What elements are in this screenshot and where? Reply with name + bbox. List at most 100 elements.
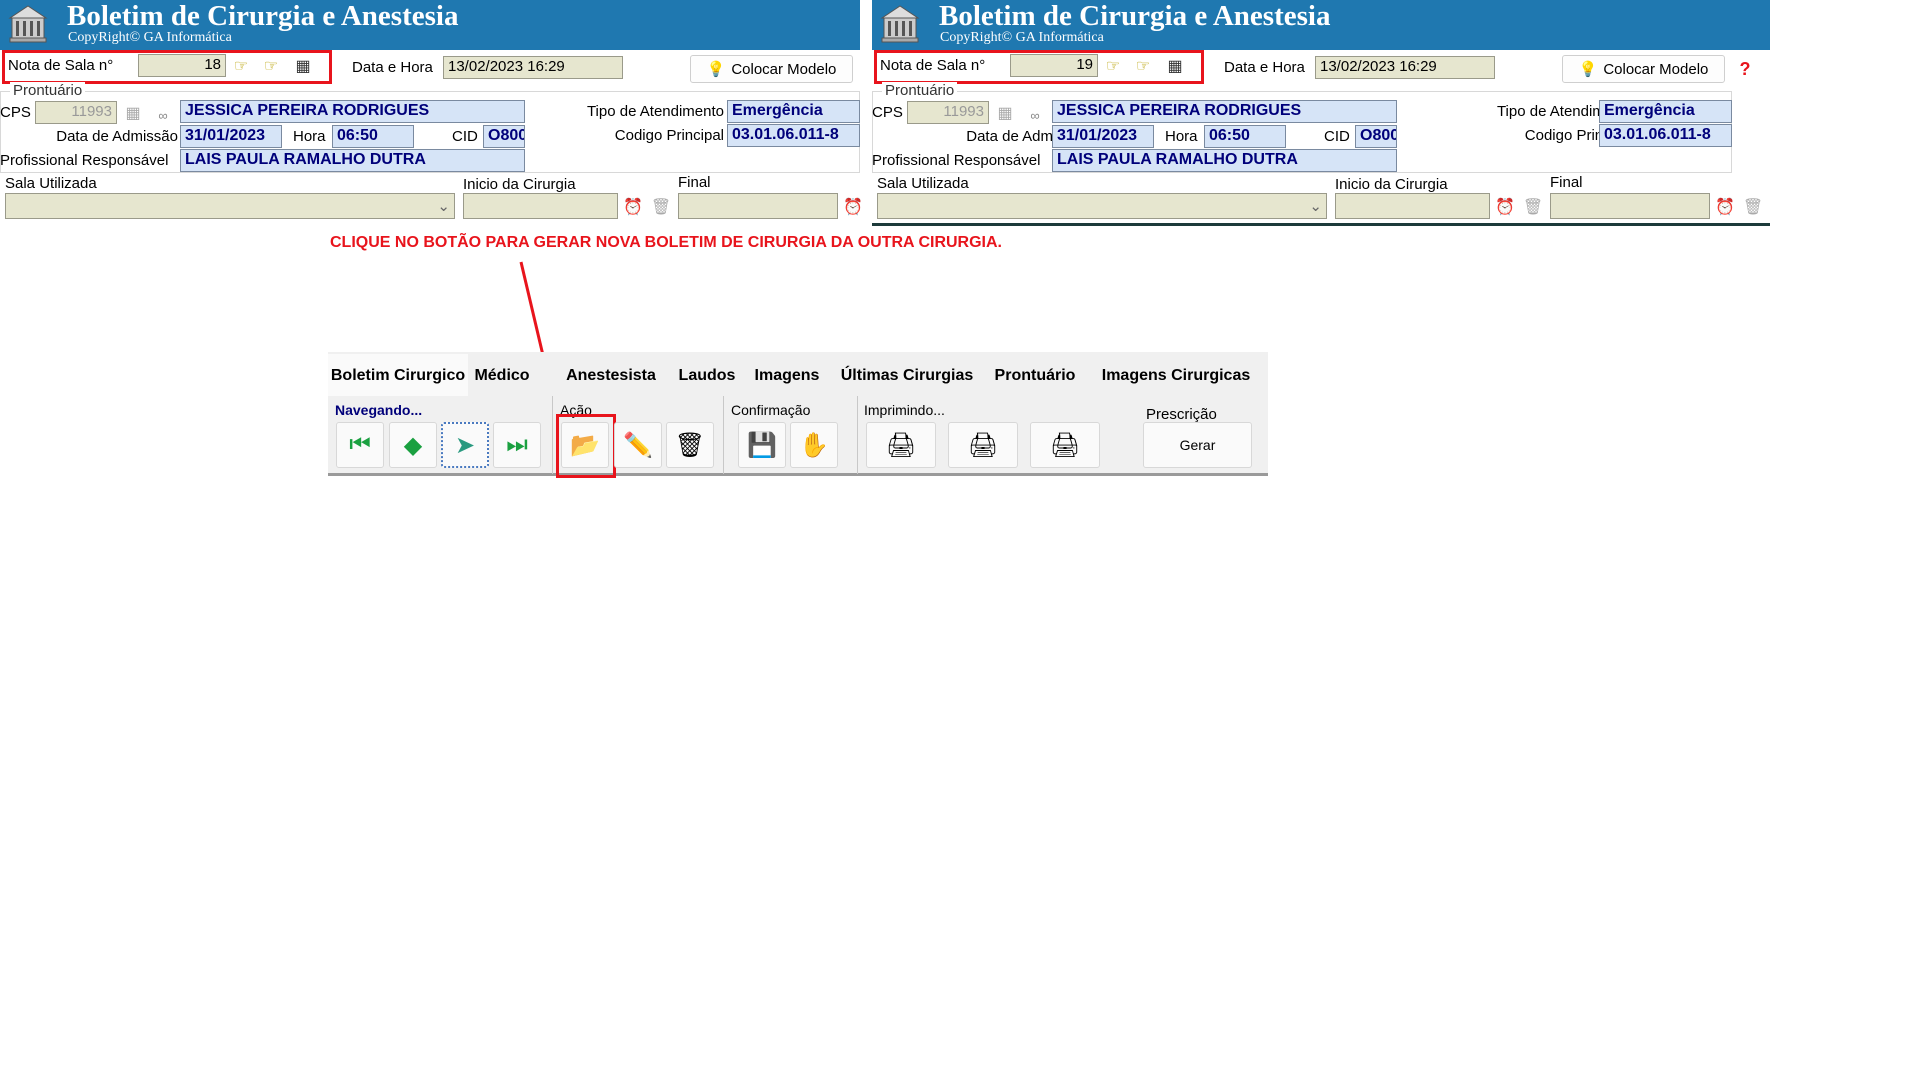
printer-icon: 🖨: [1049, 431, 1081, 459]
chevron-down-icon: ⌄: [1309, 198, 1322, 215]
sala-select[interactable]: ⌄: [5, 193, 455, 219]
floppy-disk-icon: 💾: [747, 431, 777, 459]
nota-label: Nota de Sala n°: [880, 57, 986, 74]
cps-label: CPS: [0, 104, 31, 121]
save-button[interactable]: 💾: [738, 422, 786, 468]
nota-input[interactable]: 19: [1010, 54, 1098, 77]
right-arrow-icon: ➤: [454, 431, 476, 459]
trash-icon[interactable]: 🗑: [1522, 196, 1544, 218]
colocar-modelo-button[interactable]: 💡 Colocar Modelo: [1562, 55, 1725, 83]
previous-record-button[interactable]: ◆: [389, 422, 437, 468]
cid-field[interactable]: O800: [483, 125, 525, 148]
patient-name-field[interactable]: JESSICA PEREIRA RODRIGUES: [1052, 100, 1397, 123]
building-logo-icon: [8, 5, 48, 43]
next-record-button[interactable]: ➤: [441, 422, 489, 468]
binoculars-icon[interactable]: ∞: [152, 104, 174, 126]
building-logo-icon: [880, 5, 920, 43]
calendar-icon[interactable]: ▦: [1164, 55, 1186, 77]
first-record-button[interactable]: ⏮: [336, 422, 384, 468]
cps-input[interactable]: 11993: [35, 101, 117, 124]
lightbulb-icon: 💡: [706, 61, 726, 78]
prontuario-label: Prontuário: [10, 82, 86, 99]
tab-ultimas-cirurgias[interactable]: Últimas Cirurgias: [832, 356, 982, 396]
alarm-clock-icon[interactable]: ⏰: [1714, 196, 1736, 218]
cancel-button[interactable]: ✋: [790, 422, 838, 468]
pencil-icon: ✏️: [623, 431, 653, 459]
cid-label: CID: [452, 128, 478, 145]
trash-icon[interactable]: 🗑: [650, 196, 672, 218]
confirmacao-label: Confirmação: [731, 402, 811, 418]
hora-label: Hora: [293, 128, 326, 145]
inicio-input[interactable]: [463, 193, 618, 219]
tab-imagens-cirurgicas[interactable]: Imagens Cirurgicas: [1088, 356, 1264, 396]
last-record-button[interactable]: ⏭: [493, 422, 541, 468]
prontuario-label: Prontuário: [882, 82, 958, 99]
tab-boletim-cirurgico[interactable]: Boletim Cirurgico: [328, 354, 468, 398]
sala-label: Sala Utilizada: [877, 175, 969, 192]
app-title: Boletim de Cirurgia e Anestesia: [67, 0, 459, 32]
last-icon: ⏭: [506, 431, 528, 458]
alarm-clock-icon[interactable]: ⏰: [622, 196, 644, 218]
colocar-modelo-label: Colocar Modelo: [1603, 60, 1709, 78]
calendar-icon[interactable]: ▦: [994, 102, 1016, 124]
admissao-field[interactable]: 31/01/2023: [1052, 125, 1154, 148]
profissional-field[interactable]: LAIS PAULA RAMALHO DUTRA: [180, 149, 525, 172]
profissional-label: Profissional Responsável: [872, 152, 1041, 169]
print-button-3[interactable]: 🖨: [1030, 422, 1100, 468]
codigo-field[interactable]: 03.01.06.011-8: [1599, 124, 1732, 147]
hora-label: Hora: [1165, 128, 1198, 145]
tipo-field[interactable]: Emergência: [1599, 100, 1732, 123]
binoculars-icon[interactable]: ∞: [1024, 104, 1046, 126]
copyright: CopyRight© GA Informática: [940, 30, 1104, 45]
calendar-icon[interactable]: ▦: [122, 102, 144, 124]
gerar-button[interactable]: Gerar: [1143, 422, 1252, 468]
trash-icon[interactable]: 🗑: [1742, 196, 1764, 218]
divider: [552, 396, 553, 474]
tab-medico[interactable]: Médico: [468, 356, 536, 396]
data-hora-label: Data e Hora: [1224, 59, 1305, 76]
admissao-field[interactable]: 31/01/2023: [180, 125, 282, 148]
printer-icon: 🖨: [885, 431, 917, 459]
data-hora-label: Data e Hora: [352, 59, 433, 76]
first-icon: ⏮: [349, 431, 371, 458]
help-icon[interactable]: ?: [1734, 58, 1756, 80]
delete-button[interactable]: 🗑: [666, 422, 714, 468]
hora-field[interactable]: 06:50: [1204, 125, 1286, 148]
nota-label: Nota de Sala n°: [8, 57, 114, 74]
next-record-icon[interactable]: ☞: [260, 55, 282, 77]
data-hora-input[interactable]: 13/02/2023 16:29: [443, 56, 623, 79]
previous-record-icon[interactable]: ☞: [1102, 55, 1124, 77]
colocar-modelo-button[interactable]: 💡 Colocar Modelo: [690, 55, 853, 83]
data-hora-input[interactable]: 13/02/2023 16:29: [1315, 56, 1495, 79]
navegando-label: Navegando...: [335, 402, 423, 418]
patient-name-field[interactable]: JESSICA PEREIRA RODRIGUES: [180, 100, 525, 123]
alarm-clock-icon[interactable]: ⏰: [1494, 196, 1516, 218]
final-input[interactable]: [678, 193, 838, 219]
tab-laudos[interactable]: Laudos: [674, 356, 740, 396]
tab-prontuario[interactable]: Prontuário: [988, 356, 1082, 396]
profissional-field[interactable]: LAIS PAULA RAMALHO DUTRA: [1052, 149, 1397, 172]
tab-imagens[interactable]: Imagens: [746, 356, 828, 396]
sala-label: Sala Utilizada: [5, 175, 97, 192]
codigo-field[interactable]: 03.01.06.011-8: [727, 124, 860, 147]
sala-select[interactable]: ⌄: [877, 193, 1327, 219]
calendar-icon[interactable]: ▦: [292, 55, 314, 77]
tipo-field[interactable]: Emergência: [727, 100, 860, 123]
toolbar: Navegando... ⏮ ◆ ➤ ⏭ Ação 📂 ✏️ 🗑 Confirm…: [328, 396, 1268, 478]
print-button-2[interactable]: 🖨: [948, 422, 1018, 468]
tab-anestesista[interactable]: Anestesista: [558, 356, 664, 396]
boletim-panel-after: Boletim de Cirurgia e Anestesia CopyRigh…: [872, 0, 1770, 226]
cid-field[interactable]: O800: [1355, 125, 1397, 148]
previous-record-icon[interactable]: ☞: [230, 55, 252, 77]
inicio-input[interactable]: [1335, 193, 1490, 219]
alarm-clock-icon[interactable]: ⏰: [842, 196, 864, 218]
edit-button[interactable]: ✏️: [614, 422, 662, 468]
next-record-icon[interactable]: ☞: [1132, 55, 1154, 77]
print-button-1[interactable]: 🖨: [866, 422, 936, 468]
cps-input[interactable]: 11993: [907, 101, 989, 124]
hora-field[interactable]: 06:50: [332, 125, 414, 148]
nota-input[interactable]: 18: [138, 54, 226, 77]
cps-label: CPS: [872, 104, 903, 121]
codigo-label: Codigo Principal: [614, 127, 724, 144]
final-input[interactable]: [1550, 193, 1710, 219]
